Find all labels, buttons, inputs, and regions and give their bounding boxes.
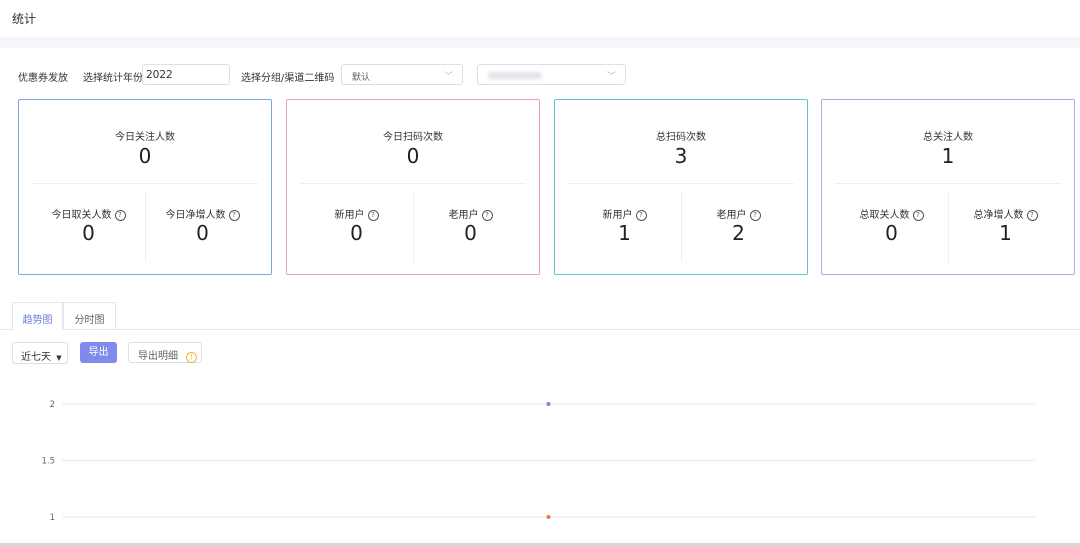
sub-value: 0 (350, 221, 363, 245)
question-icon[interactable]: ? (228, 210, 240, 221)
sub-value: 0 (885, 221, 898, 245)
tabs-divider (0, 329, 1080, 330)
card-divider (32, 183, 258, 184)
question-icon[interactable]: ? (367, 210, 379, 221)
year-input[interactable]: 2022 (142, 64, 230, 85)
data-point[interactable] (546, 402, 551, 406)
page-title: 统计 (12, 12, 37, 26)
tab-trend[interactable]: 趋势图 (12, 302, 63, 330)
card-value: 0 (138, 144, 152, 168)
date-range-dropdown[interactable]: 近七天 ▼ (12, 342, 68, 364)
question-icon[interactable]: ? (749, 210, 761, 221)
info-icon[interactable]: ! (186, 352, 198, 363)
card-divider (568, 183, 794, 184)
export-detail-label: 导出明细 (138, 351, 178, 362)
group-select[interactable]: 默认 ﹀ (341, 64, 463, 85)
sub-value: 2 (732, 221, 745, 245)
card-divider (300, 183, 526, 184)
sub-label: 总净增人数 (973, 210, 1024, 221)
card-value: 1 (941, 144, 955, 168)
y-tick-label: 1 (50, 513, 55, 523)
question-icon[interactable]: ? (635, 210, 647, 221)
chevron-down-icon: ﹀ (606, 72, 616, 82)
sub-label: 老用户 (448, 210, 479, 221)
date-range-value: 近七天 (21, 352, 51, 363)
stat-card-total-scan: 总扫码次数 3 新用户? 1 老用户? 2 (554, 99, 808, 275)
qrcode-select-value-redacted (488, 72, 542, 79)
y-tick-label: 2 (50, 400, 55, 410)
question-icon[interactable]: ? (114, 210, 126, 221)
coupon-label[interactable]: 优惠券发放 (18, 69, 68, 84)
sub-label: 新用户 (602, 210, 633, 221)
header-divider (0, 37, 1080, 48)
stat-card-today-scan: 今日扫码次数 0 新用户? 0 老用户? 0 (286, 99, 540, 275)
card-title: 今日关注人数 (115, 132, 175, 143)
sub-label: 新用户 (334, 210, 365, 221)
caret-down-icon: ▼ (56, 354, 62, 362)
card-title: 今日扫码次数 (383, 132, 443, 143)
chevron-down-icon: ﹀ (443, 72, 453, 82)
sub-value: 1 (999, 221, 1012, 245)
group-select-value: 默认 (352, 73, 371, 83)
card-value: 0 (406, 144, 420, 168)
card-value: 3 (674, 144, 688, 168)
sub-label: 总取关人数 (859, 210, 910, 221)
sub-label: 今日取关人数 (51, 210, 112, 221)
question-icon[interactable]: ? (1026, 210, 1038, 221)
export-button[interactable]: 导出 (80, 342, 117, 363)
qrcode-select[interactable]: ﹀ (477, 64, 626, 85)
y-tick-label: 1.5 (41, 457, 55, 467)
stat-card-total-follow: 总关注人数 1 总取关人数? 0 总净增人数? 1 (821, 99, 1075, 275)
group-label: 选择分组/渠道二维码 (241, 73, 335, 84)
sub-value: 1 (618, 221, 631, 245)
question-icon[interactable]: ? (481, 210, 493, 221)
tab-hourly[interactable]: 分时图 (63, 302, 116, 330)
question-icon[interactable]: ? (912, 210, 924, 221)
sub-label: 老用户 (716, 210, 747, 221)
sub-value: 0 (196, 221, 209, 245)
sub-value: 0 (82, 221, 95, 245)
stat-card-today-follow: 今日关注人数 0 今日取关人数? 0 今日净增人数? 0 (18, 99, 272, 275)
sub-value: 0 (464, 221, 477, 245)
export-detail-button[interactable]: 导出明细 ! (128, 342, 202, 363)
card-title: 总关注人数 (923, 132, 973, 143)
trend-chart: 21.51 (41, 400, 1035, 523)
card-title: 总扫码次数 (656, 132, 706, 143)
year-label: 选择统计年份 (83, 73, 143, 84)
sub-label: 今日净增人数 (165, 210, 226, 221)
card-divider (835, 183, 1061, 184)
data-point[interactable] (546, 515, 551, 519)
